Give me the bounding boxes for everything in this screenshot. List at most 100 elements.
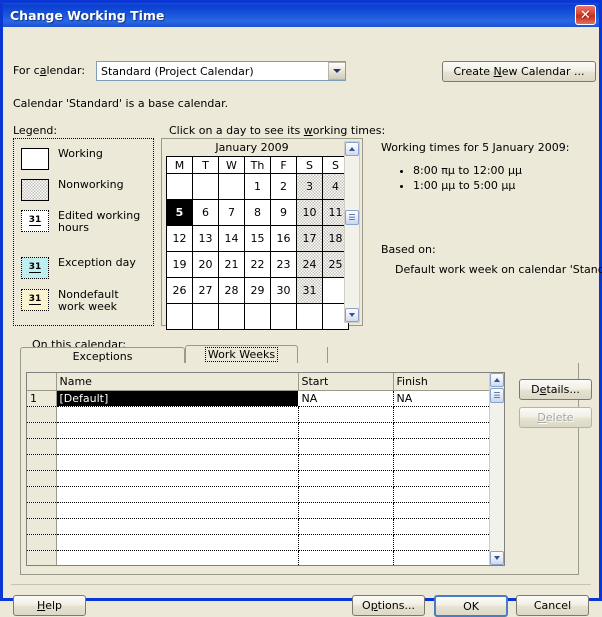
cell-finish[interactable]: [393, 518, 489, 535]
chevron-up-icon[interactable]: [345, 142, 359, 156]
cell-finish[interactable]: [393, 422, 489, 439]
cell-start[interactable]: [298, 470, 394, 487]
cell-id[interactable]: [27, 550, 57, 565]
calendar-day-cell[interactable]: 21: [218, 251, 245, 278]
cell-finish[interactable]: [393, 470, 489, 487]
table-row[interactable]: [27, 470, 489, 487]
cell-start[interactable]: [298, 454, 394, 471]
cell-name[interactable]: [56, 486, 299, 503]
close-icon[interactable]: ✕: [575, 5, 596, 25]
scrollbar-thumb[interactable]: ☰: [490, 388, 504, 403]
cell-finish[interactable]: [393, 550, 489, 565]
chevron-up-icon[interactable]: [490, 373, 504, 387]
cell-start[interactable]: [298, 534, 394, 551]
cell-name[interactable]: [56, 518, 299, 535]
cell-finish[interactable]: [393, 534, 489, 551]
cell-finish[interactable]: NA: [393, 390, 489, 407]
help-button[interactable]: Help: [13, 595, 86, 616]
cell-start[interactable]: [298, 422, 394, 439]
table-row[interactable]: [27, 550, 489, 565]
cell-finish[interactable]: [393, 406, 489, 423]
calendar-day-cell[interactable]: 17: [296, 225, 323, 252]
column-header-name[interactable]: Name: [56, 373, 299, 391]
calendar-day-cell[interactable]: 12: [166, 225, 193, 252]
cell-finish[interactable]: [393, 454, 489, 471]
cell-name[interactable]: [56, 406, 299, 423]
calendar-day-cell[interactable]: 23: [270, 251, 297, 278]
calendar-day-cell[interactable]: 29: [244, 277, 271, 304]
table-row[interactable]: [27, 406, 489, 423]
cell-id[interactable]: 1: [27, 390, 57, 407]
cell-name[interactable]: [56, 470, 299, 487]
cell-start[interactable]: [298, 502, 394, 519]
calendar-day-cell[interactable]: 13: [192, 225, 219, 252]
calendar-day-cell[interactable]: 27: [192, 277, 219, 304]
cell-id[interactable]: [27, 534, 57, 551]
table-row[interactable]: 1 [Default] NA NA: [27, 390, 489, 407]
column-header-finish[interactable]: Finish: [393, 373, 490, 391]
cell-id[interactable]: [27, 406, 57, 423]
month-calendar[interactable]: January 2009 M T W Th F S S 1 2 3 4 5 6 7 8 9 10 11 12 13 1…: [161, 138, 363, 330]
options-button[interactable]: Options...: [352, 595, 425, 616]
work-weeks-table[interactable]: Name Start Finish 1 [Default] NA NA: [27, 373, 490, 565]
calendar-day-cell[interactable]: 8: [244, 199, 271, 226]
calendar-day-cell[interactable]: 6: [192, 199, 219, 226]
cell-start[interactable]: [298, 438, 394, 455]
calendar-scrollbar[interactable]: ☰: [344, 141, 360, 323]
scrollbar-thumb[interactable]: ☰: [345, 210, 359, 225]
work-weeks-sheet[interactable]: Name Start Finish 1 [Default] NA NA ☰: [26, 372, 505, 566]
calendar-day-cell[interactable]: 30: [270, 277, 297, 304]
cancel-button[interactable]: Cancel: [516, 595, 589, 616]
table-row[interactable]: [27, 534, 489, 551]
chevron-down-icon[interactable]: [345, 308, 359, 322]
details-button[interactable]: Details...: [519, 379, 592, 400]
sheet-scrollbar[interactable]: ☰: [489, 373, 504, 565]
tab-exceptions[interactable]: Exceptions: [20, 347, 185, 364]
calendar-day-cell[interactable]: 2: [270, 173, 297, 200]
chevron-down-icon[interactable]: [490, 551, 504, 565]
calendar-day-cell[interactable]: 1: [244, 173, 271, 200]
cell-name[interactable]: [Default]: [56, 390, 299, 407]
table-row[interactable]: [27, 422, 489, 439]
cell-finish[interactable]: [393, 502, 489, 519]
table-row[interactable]: [27, 454, 489, 471]
cell-id[interactable]: [27, 518, 57, 535]
cell-finish[interactable]: [393, 486, 489, 503]
calendar-day-cell[interactable]: 31: [296, 277, 323, 304]
calendar-select[interactable]: Standard (Project Calendar): [96, 61, 346, 81]
calendar-day-cell[interactable]: 19: [166, 251, 193, 278]
calendar-day-cell[interactable]: 28: [218, 277, 245, 304]
cell-name[interactable]: [56, 438, 299, 455]
cell-finish[interactable]: [393, 438, 489, 455]
calendar-day-cell[interactable]: 3: [296, 173, 323, 200]
calendar-day-cell[interactable]: 15: [244, 225, 271, 252]
cell-id[interactable]: [27, 502, 57, 519]
table-row[interactable]: [27, 518, 489, 535]
cell-name[interactable]: [56, 502, 299, 519]
calendar-day-cell[interactable]: 14: [218, 225, 245, 252]
calendar-day-cell[interactable]: 24: [296, 251, 323, 278]
calendar-day-cell[interactable]: 22: [244, 251, 271, 278]
column-header-start[interactable]: Start: [298, 373, 394, 391]
calendar-day-cell[interactable]: 26: [166, 277, 193, 304]
chevron-down-icon[interactable]: [328, 62, 345, 80]
cell-id[interactable]: [27, 438, 57, 455]
cell-start[interactable]: [298, 406, 394, 423]
calendar-day-cell[interactable]: 16: [270, 225, 297, 252]
calendar-day-cell[interactable]: 20: [192, 251, 219, 278]
cell-id[interactable]: [27, 470, 57, 487]
cell-id[interactable]: [27, 454, 57, 471]
cell-name[interactable]: [56, 534, 299, 551]
table-row[interactable]: [27, 502, 489, 519]
ok-button[interactable]: OK: [434, 595, 508, 617]
calendar-day-selected[interactable]: 5: [166, 199, 193, 226]
cell-start[interactable]: [298, 518, 394, 535]
cell-name[interactable]: [56, 422, 299, 439]
cell-start[interactable]: NA: [298, 390, 394, 407]
cell-start[interactable]: [298, 486, 394, 503]
cell-name[interactable]: [56, 550, 299, 565]
cell-id[interactable]: [27, 422, 57, 439]
create-new-calendar-button[interactable]: Create New Calendar ...: [442, 61, 596, 82]
calendar-day-cell[interactable]: 9: [270, 199, 297, 226]
cell-name[interactable]: [56, 454, 299, 471]
